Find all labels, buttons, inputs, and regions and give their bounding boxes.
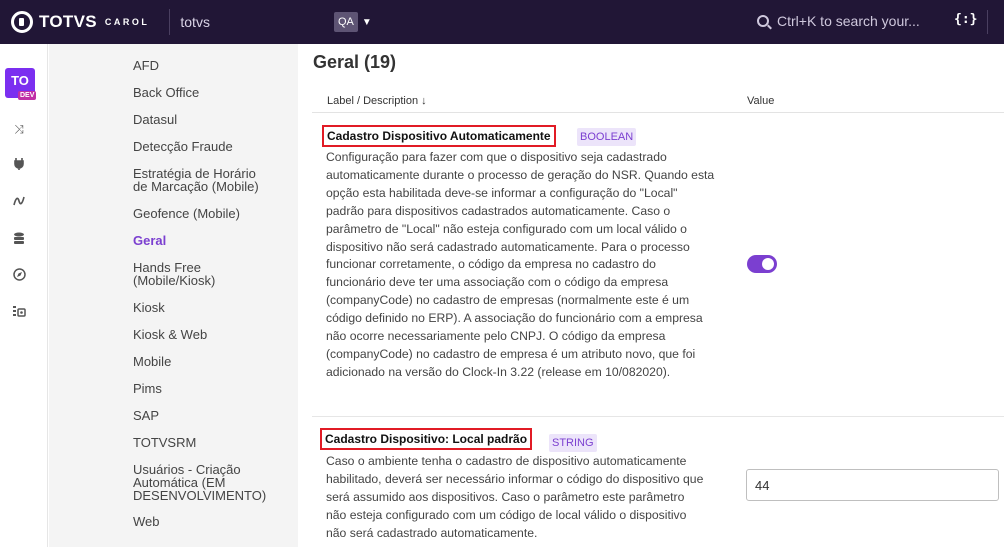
- compass-icon[interactable]: [12, 268, 26, 282]
- category-hands-free[interactable]: Hands Free (Mobile/Kiosk): [133, 261, 233, 287]
- dev-badge: DEV: [18, 91, 37, 100]
- brand[interactable]: TOTVS CAROL: [11, 11, 149, 33]
- shuffle-icon[interactable]: ⤨: [12, 122, 26, 136]
- string-value-input[interactable]: [746, 469, 999, 501]
- category-datasul[interactable]: Datasul: [133, 113, 177, 126]
- main-content: Geral (19) Label / Description ↓ Value C…: [298, 44, 1004, 547]
- column-header-value: Value: [747, 95, 775, 107]
- environment-selector[interactable]: QA ▼: [333, 12, 372, 32]
- top-bar: TOTVS CAROL totvs QA ▼ Ctrl+K to search …: [0, 0, 1004, 44]
- page-title: Geral (19): [313, 52, 397, 72]
- category-deteccao-fraude[interactable]: Detecção Fraude: [133, 140, 233, 153]
- type-badge: BOOLEAN: [577, 128, 637, 146]
- property-title: Cadastro Dispositivo: Local padrão: [320, 428, 533, 450]
- category-panel-gutter: [49, 44, 118, 547]
- category-mobile[interactable]: Mobile: [133, 355, 171, 368]
- caret-down-icon: ▼: [361, 16, 372, 28]
- category-kiosk-web[interactable]: Kiosk & Web: [133, 328, 207, 341]
- category-geral[interactable]: Geral: [133, 234, 166, 247]
- property-description: Caso o ambiente tenha o cadastro de disp…: [326, 454, 704, 540]
- icon-rail: TO DEV ⤨: [0, 44, 48, 547]
- column-header-label[interactable]: Label / Description ↓: [327, 95, 427, 107]
- tenant-name[interactable]: totvs: [180, 14, 210, 30]
- category-geofence[interactable]: Geofence (Mobile): [133, 207, 240, 220]
- environment-badge: QA: [333, 12, 358, 32]
- row-divider: [312, 416, 1004, 417]
- category-back-office[interactable]: Back Office: [133, 86, 199, 99]
- category-totvsrm[interactable]: TOTVSRM: [133, 436, 196, 449]
- category-afd[interactable]: AFD: [133, 59, 159, 72]
- brand-name: TOTVS: [39, 12, 97, 31]
- category-kiosk[interactable]: Kiosk: [133, 301, 165, 314]
- pipeline-icon[interactable]: [12, 195, 26, 209]
- type-badge: STRING: [549, 434, 597, 452]
- grid-settings-icon[interactable]: [12, 305, 26, 319]
- property-title: Cadastro Dispositivo Automaticamente: [322, 125, 556, 147]
- category-estrategia-horario[interactable]: Estratégia de Horário de Marcação (Mobil…: [133, 167, 273, 193]
- totvs-logo-icon: [11, 11, 33, 33]
- property-description: Configuração para fazer com que o dispos…: [326, 150, 715, 379]
- category-usuarios-criacao[interactable]: Usuários - Criação Automática (EM DESENV…: [133, 463, 268, 502]
- category-sap[interactable]: SAP: [133, 409, 159, 422]
- brand-sub: CAROL: [104, 17, 150, 27]
- search-placeholder: Ctrl+K to search your...: [777, 13, 920, 29]
- category-panel: AFD Back Office Datasul Detecção Fraude …: [118, 44, 298, 547]
- plug-icon[interactable]: [12, 158, 26, 172]
- global-search[interactable]: Ctrl+K to search your...: [757, 13, 920, 29]
- topbar-separator: [987, 10, 988, 34]
- header-divider: [312, 112, 1004, 113]
- search-icon: [757, 15, 769, 27]
- database-icon[interactable]: [12, 232, 26, 246]
- topbar-divider: [169, 9, 171, 35]
- toggle-knob: [762, 258, 774, 270]
- category-web[interactable]: Web: [133, 515, 160, 528]
- category-pims[interactable]: Pims: [133, 382, 162, 395]
- json-icon[interactable]: {:}: [954, 12, 977, 27]
- boolean-toggle[interactable]: [747, 255, 777, 273]
